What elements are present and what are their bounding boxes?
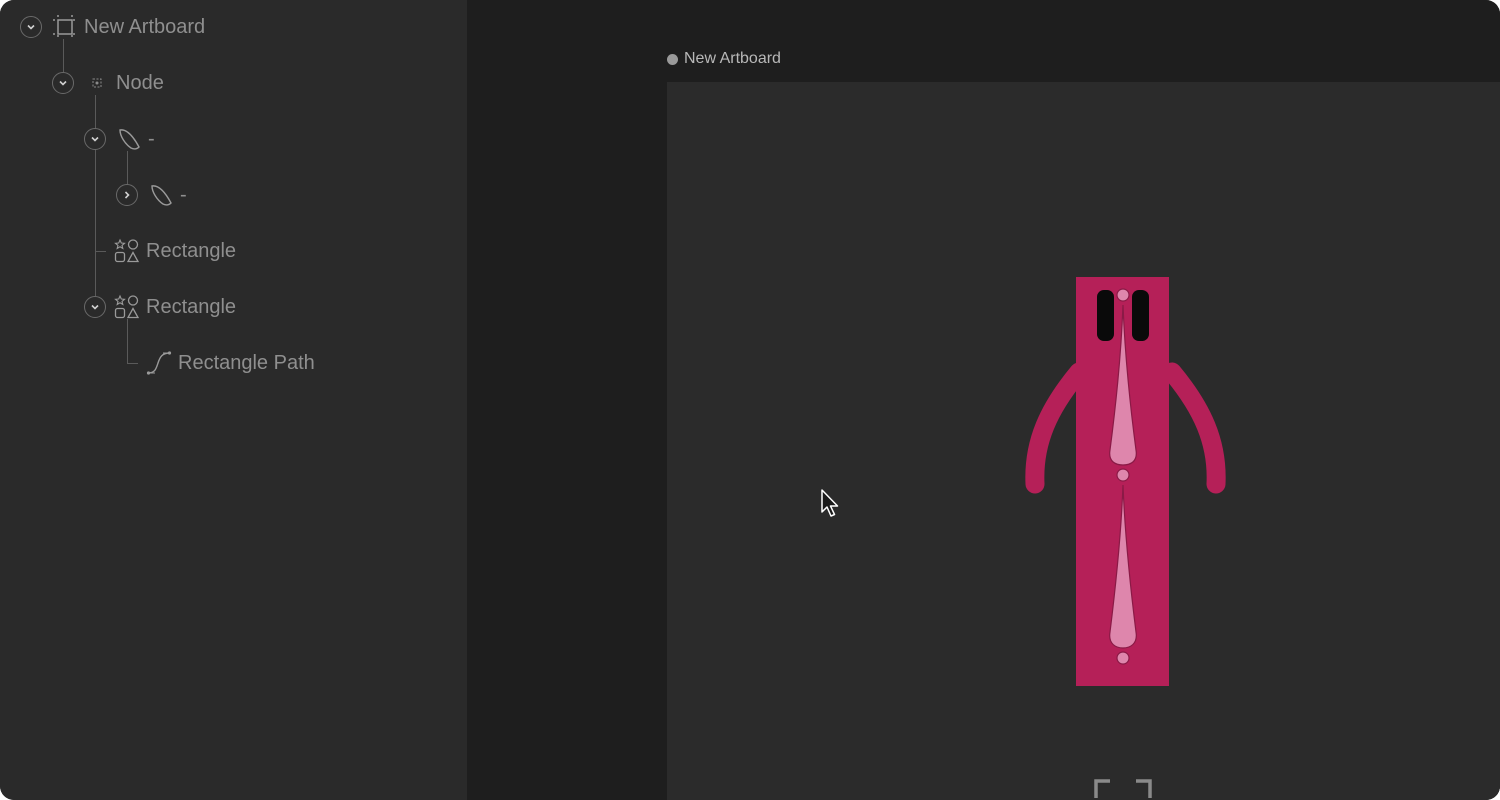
expand-toggle[interactable] [116, 184, 138, 206]
tree-connector-lines [63, 39, 138, 364]
right-arm [1162, 362, 1226, 494]
artboard-title-label: New Artboard [684, 50, 781, 67]
middle-dot [1116, 468, 1130, 482]
chevron-down-icon [59, 80, 67, 86]
tree-item-label: Rectangle Path [178, 351, 315, 374]
expand-toggle[interactable] [84, 296, 106, 318]
chevron-right-icon [124, 191, 130, 199]
tree-item-ellipse-group[interactable]: - [84, 123, 155, 155]
hierarchy-panel: New Artboard Node - - Rectangle Rectangl… [0, 0, 467, 800]
stage-area[interactable]: New Artboard [467, 0, 1500, 800]
artboard-status-dot [667, 53, 678, 65]
tree-item-label: Rectangle [146, 295, 237, 318]
artboard-icon [52, 14, 78, 40]
right-eye [1132, 290, 1149, 341]
ellipse-shape-icon [148, 182, 174, 208]
tree-item-rectangle-path[interactable]: Rectangle Path [146, 347, 315, 379]
tree-item-ellipse[interactable]: - [116, 179, 187, 211]
artboard-title[interactable]: New Artboard [667, 48, 781, 70]
left-eye [1097, 290, 1114, 341]
ellipse-shape-icon [116, 126, 142, 152]
tree-item-new-artboard[interactable]: New Artboard [20, 11, 205, 43]
mouse-cursor-icon [821, 489, 839, 517]
tree-item-label: - [148, 127, 155, 150]
shapes-icon [114, 238, 140, 264]
left-arm [1025, 362, 1089, 494]
upper-dot [1116, 288, 1130, 302]
frame-selection-corners [1094, 779, 1152, 798]
tree-item-label: Rectangle [146, 239, 237, 262]
chevron-down-icon [91, 136, 99, 142]
tree-item-label: Node [116, 71, 164, 94]
editor-window: New Artboard Node - - Rectangle Rectangl… [0, 0, 1500, 800]
tree-item-label: New Artboard [84, 15, 206, 38]
lower-dot [1116, 651, 1130, 665]
chevron-down-icon [91, 304, 99, 310]
path-icon [146, 350, 172, 376]
tree-item-label: - [180, 183, 187, 206]
tree-item-rectangle[interactable]: Rectangle [114, 235, 236, 267]
expand-toggle[interactable] [20, 16, 42, 38]
expand-toggle[interactable] [84, 128, 106, 150]
chevron-down-icon [27, 24, 35, 30]
tree-item-rectangle[interactable]: Rectangle [84, 291, 236, 323]
node-icon [84, 70, 110, 96]
tree-item-node[interactable]: Node [52, 67, 164, 99]
shapes-icon [114, 294, 140, 320]
character-figure[interactable] [667, 82, 1500, 800]
expand-toggle[interactable] [52, 72, 74, 94]
artboard-canvas[interactable] [667, 82, 1500, 800]
